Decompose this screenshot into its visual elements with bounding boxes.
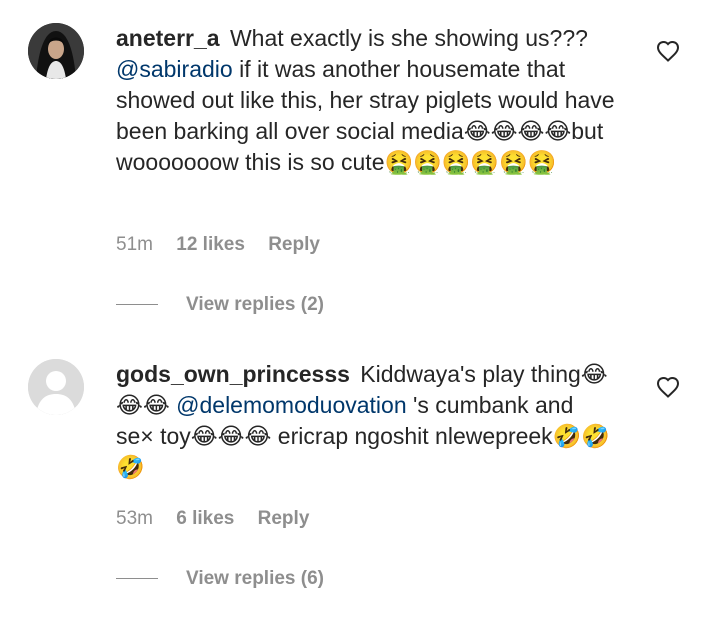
comment-meta: 51m 12 likes Reply [116,234,338,256]
comment-mention[interactable]: @sabiradio [116,56,233,82]
user-avatar[interactable] [28,23,84,79]
reply-button[interactable]: Reply [258,508,310,529]
heart-outline-icon[interactable] [656,376,680,398]
comment-text: What exactly is she showing us??? [223,25,588,51]
reply-button[interactable]: Reply [268,234,320,255]
comment-meta: 53m 6 likes Reply [116,508,327,530]
heart-outline-icon[interactable] [656,40,680,62]
comment-username[interactable]: gods_own_princesss [116,361,350,387]
comment-likes[interactable]: 12 likes [176,234,245,255]
view-replies-button[interactable]: View replies (6) [186,568,324,590]
view-replies-button[interactable]: View replies (2) [186,294,324,316]
default-avatar-icon[interactable] [28,359,84,415]
comment-mention[interactable]: @delemomoduovation [176,392,406,418]
replies-divider [116,578,158,579]
comment-body: aneterr_a What exactly is she showing us… [116,23,616,178]
comment-likes[interactable]: 6 likes [176,508,234,529]
replies-divider [116,304,158,305]
comment-time: 51m [116,234,153,255]
comment-username[interactable]: aneterr_a [116,25,220,51]
comment-body: gods_own_princesss Kiddwaya's play thing… [116,359,616,483]
comment-time: 53m [116,508,153,529]
